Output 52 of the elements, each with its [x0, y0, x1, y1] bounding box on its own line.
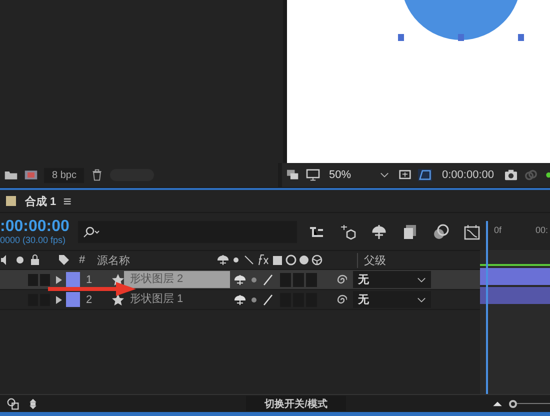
- region-icon[interactable]: [398, 169, 412, 181]
- current-time[interactable]: :00:00:00: [0, 218, 78, 235]
- chevron-icon: [417, 276, 426, 282]
- column-header: #: [79, 254, 86, 266]
- composition-swatch-icon: [4, 195, 18, 207]
- toggle-switches-button[interactable]: 切换开关/模式: [246, 396, 346, 411]
- parent-dropdown[interactable]: 无: [353, 271, 431, 288]
- zoom-out-icon[interactable]: [492, 400, 504, 407]
- camera-icon[interactable]: [504, 169, 518, 181]
- layer-name[interactable]: 形状图层 1: [124, 291, 230, 308]
- folder-icon[interactable]: [4, 169, 18, 181]
- layer-row[interactable]: 1 形状图层 2 无: [0, 270, 480, 290]
- overlap-icon[interactable]: [6, 398, 20, 410]
- switch-box[interactable]: [40, 274, 50, 286]
- search-icon: [82, 226, 102, 238]
- label-swatch[interactable]: [66, 272, 80, 287]
- ruler-label: 00:: [535, 225, 548, 235]
- frame-blending-icon[interactable]: [402, 224, 418, 240]
- chevron-icon: [380, 172, 389, 178]
- graph-editor-icon[interactable]: [464, 224, 480, 240]
- composition-tab[interactable]: 合成 1: [25, 194, 56, 208]
- viewer-timecode[interactable]: 0:00:00:00: [442, 169, 494, 181]
- panel-menu-button[interactable]: ≡: [63, 193, 72, 209]
- layer-number: 2: [86, 294, 94, 306]
- motion-blur-icon[interactable]: [433, 224, 449, 240]
- ruler-label: 0f: [494, 225, 502, 235]
- slider-thumb[interactable]: [509, 400, 518, 408]
- monitor-icon[interactable]: [306, 169, 320, 181]
- switch-box[interactable]: [28, 274, 38, 286]
- zoom-slider[interactable]: [509, 398, 550, 410]
- star-icon: [112, 294, 124, 306]
- zoom-dropdown[interactable]: 50%: [326, 169, 392, 181]
- switch-box[interactable]: [280, 272, 291, 286]
- label-icon: [58, 254, 70, 266]
- switch-box[interactable]: [306, 272, 317, 286]
- layer-number: 1: [86, 274, 94, 286]
- bit-depth-button[interactable]: 8 bpc: [44, 168, 84, 182]
- search-field[interactable]: [78, 220, 297, 242]
- trash-icon[interactable]: [90, 169, 104, 181]
- column-header: 父级: [357, 252, 386, 268]
- composition-icon[interactable]: [24, 169, 38, 181]
- switch-box[interactable]: [293, 272, 304, 286]
- layer-row[interactable]: 2 形状图层 1 无: [0, 290, 480, 310]
- pick-whip-icon[interactable]: [335, 294, 347, 306]
- column-header: 源名称: [97, 254, 131, 268]
- frame-rate: 0000 (30.00 fps): [0, 235, 67, 245]
- label-swatch[interactable]: [66, 292, 80, 307]
- av-switches-icon: [0, 254, 40, 266]
- pick-whip-icon[interactable]: [335, 274, 347, 286]
- chevron-icon: [417, 296, 426, 302]
- layers-icon[interactable]: [286, 169, 300, 181]
- parent-dropdown[interactable]: 无: [353, 291, 431, 308]
